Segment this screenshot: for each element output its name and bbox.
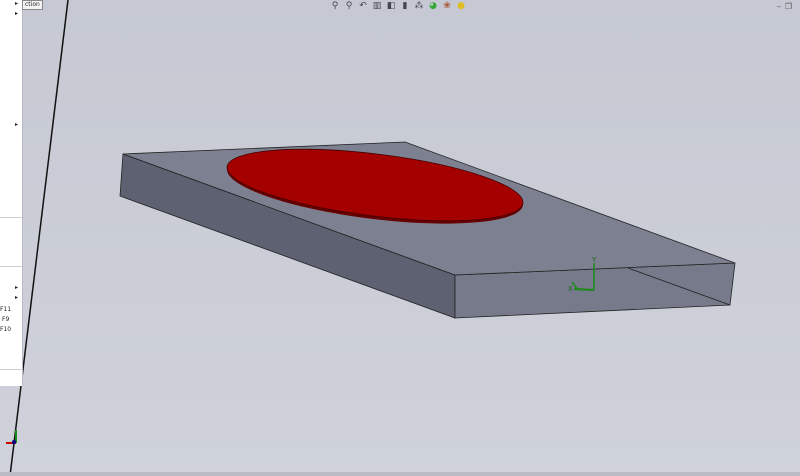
menu-separator (0, 266, 22, 267)
shortcut-label: F10 (0, 326, 12, 333)
triad-y-label: Y (591, 256, 597, 264)
menu-separator (0, 217, 22, 218)
apply-scene-icon[interactable]: ❀ (442, 1, 452, 11)
status-strip (0, 472, 800, 476)
shortcut-label: F11 (0, 306, 12, 313)
restore-button[interactable]: ❐ (785, 2, 792, 11)
window-controls: – ❐ (777, 2, 792, 11)
edit-appearance-icon[interactable]: ◕ (428, 1, 438, 11)
graphics-viewport[interactable]: Y X (0, 0, 800, 476)
display-style-icon[interactable]: ▮ (400, 1, 410, 11)
minimize-button[interactable]: – (777, 2, 781, 11)
hide-show-icon[interactable]: ⁂ (414, 1, 424, 11)
section-view-icon[interactable]: ▥ (372, 1, 382, 11)
submenu-arrow-icon[interactable]: ▸ (15, 294, 18, 301)
menu-separator (0, 369, 22, 370)
submenu-arrow-icon[interactable]: ▸ (15, 0, 18, 7)
shortcut-label: F9 (2, 316, 10, 323)
view-settings-icon[interactable]: ● (456, 1, 466, 11)
submenu-arrow-icon[interactable]: ▸ (15, 121, 18, 128)
submenu-arrow-icon[interactable]: ▸ (15, 284, 18, 291)
tooltip: ction (22, 0, 43, 10)
submenu-arrow-icon[interactable]: ▸ (15, 10, 18, 17)
zoom-area-icon[interactable]: ⚲ (344, 1, 354, 11)
zoom-to-fit-icon[interactable]: ⚲ (330, 1, 340, 11)
view-orientation-icon[interactable]: ◧ (386, 1, 396, 11)
previous-view-icon[interactable]: ↶ (358, 1, 368, 11)
heads-up-view-toolbar: ⚲ ⚲ ↶ ▥ ◧ ▮ ⁂ ◕ ❀ ● (330, 1, 466, 11)
triad-x-label: X (568, 285, 573, 293)
left-menu-panel: ▸ ▸ ▸ ▸ ▸ F11 F9 F10 (0, 0, 23, 386)
